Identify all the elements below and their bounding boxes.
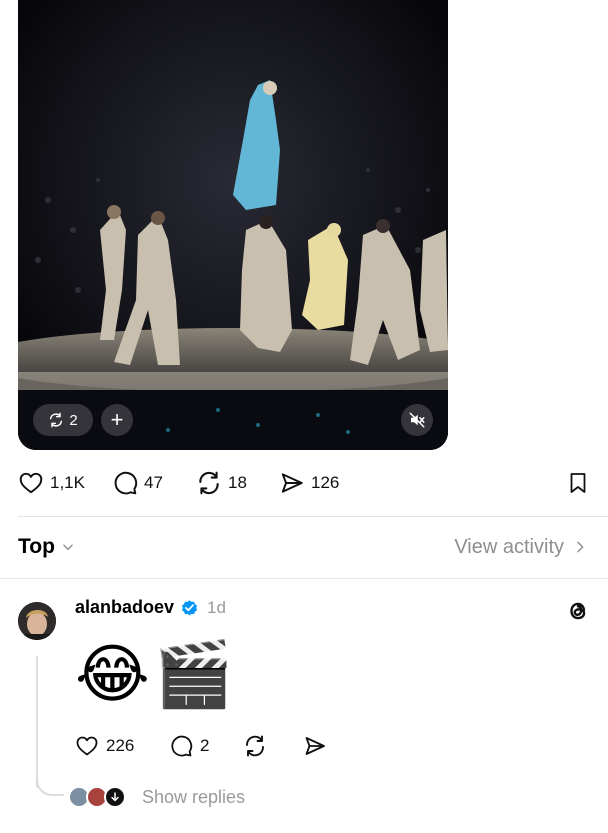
username[interactable]: alanbadoev — [75, 597, 174, 618]
sort-dropdown[interactable]: Top — [18, 535, 75, 559]
divider — [18, 516, 608, 517]
media-add-button[interactable]: + — [101, 404, 133, 436]
show-replies-row[interactable]: Show replies — [68, 784, 245, 810]
like-button[interactable]: 1,1K — [18, 467, 85, 499]
heart-icon — [76, 736, 98, 756]
repost-icon — [199, 471, 219, 495]
comment-emojis: 😂🎬 — [75, 638, 238, 710]
comment-action-bar: 226 2 — [0, 731, 608, 761]
repost-icon — [246, 735, 264, 757]
sort-label: Top — [18, 535, 55, 558]
concert-stage-image — [18, 0, 448, 450]
post-video[interactable]: 2 + — [18, 0, 448, 450]
reply-avatars — [68, 784, 130, 810]
timestamp: 1d — [207, 597, 226, 617]
speaker-muted-icon — [409, 412, 425, 428]
comment-like-button[interactable]: 226 — [75, 731, 134, 761]
avatar[interactable] — [18, 602, 56, 640]
divider — [0, 578, 608, 579]
comment-reply-count: 2 — [200, 736, 210, 755]
media-repost-count: 2 — [69, 411, 78, 429]
arrow-down-icon — [111, 792, 119, 802]
repost-count: 18 — [228, 473, 247, 492]
comment-reply-button[interactable]: 2 — [169, 731, 209, 761]
show-replies-label: Show replies — [142, 786, 246, 807]
thread-line — [36, 656, 38, 788]
send-icon — [281, 473, 303, 493]
view-activity-label: View activity — [454, 535, 564, 558]
media-repost-button[interactable]: 2 — [33, 404, 93, 436]
share-count: 126 — [311, 473, 340, 492]
post-action-bar: 1,1K 47 18 126 — [0, 467, 608, 499]
bookmark-icon — [570, 473, 586, 493]
avatar-image — [18, 602, 56, 640]
heart-icon — [19, 472, 43, 494]
repost-icon — [50, 412, 63, 428]
comment-share-button[interactable] — [303, 731, 327, 761]
chevron-down-icon — [63, 544, 73, 551]
view-activity-link[interactable]: View activity — [454, 536, 586, 559]
chevron-right-icon — [577, 541, 584, 553]
verified-badge-icon — [182, 600, 198, 616]
comment-repost-button[interactable] — [243, 731, 267, 761]
plus-icon: + — [110, 407, 124, 432]
threads-logo-icon[interactable] — [565, 598, 591, 624]
comment-header: alanbadoev 1d — [75, 597, 226, 618]
like-count: 1,1K — [50, 473, 85, 492]
more-replies-icon — [104, 786, 126, 808]
thread-curve — [36, 770, 64, 796]
reply-button[interactable]: 47 — [112, 467, 163, 499]
reply-count: 47 — [144, 473, 163, 492]
comment-like-count: 226 — [106, 736, 135, 755]
send-icon — [305, 737, 325, 755]
comment-icon — [171, 735, 193, 757]
share-button[interactable]: 126 — [279, 467, 339, 499]
comment-icon — [114, 471, 138, 495]
mute-button[interactable] — [401, 404, 433, 436]
bookmark-button[interactable] — [566, 467, 590, 499]
replies-sort-row: Top View activity — [18, 530, 586, 564]
repost-button[interactable]: 18 — [196, 467, 247, 499]
